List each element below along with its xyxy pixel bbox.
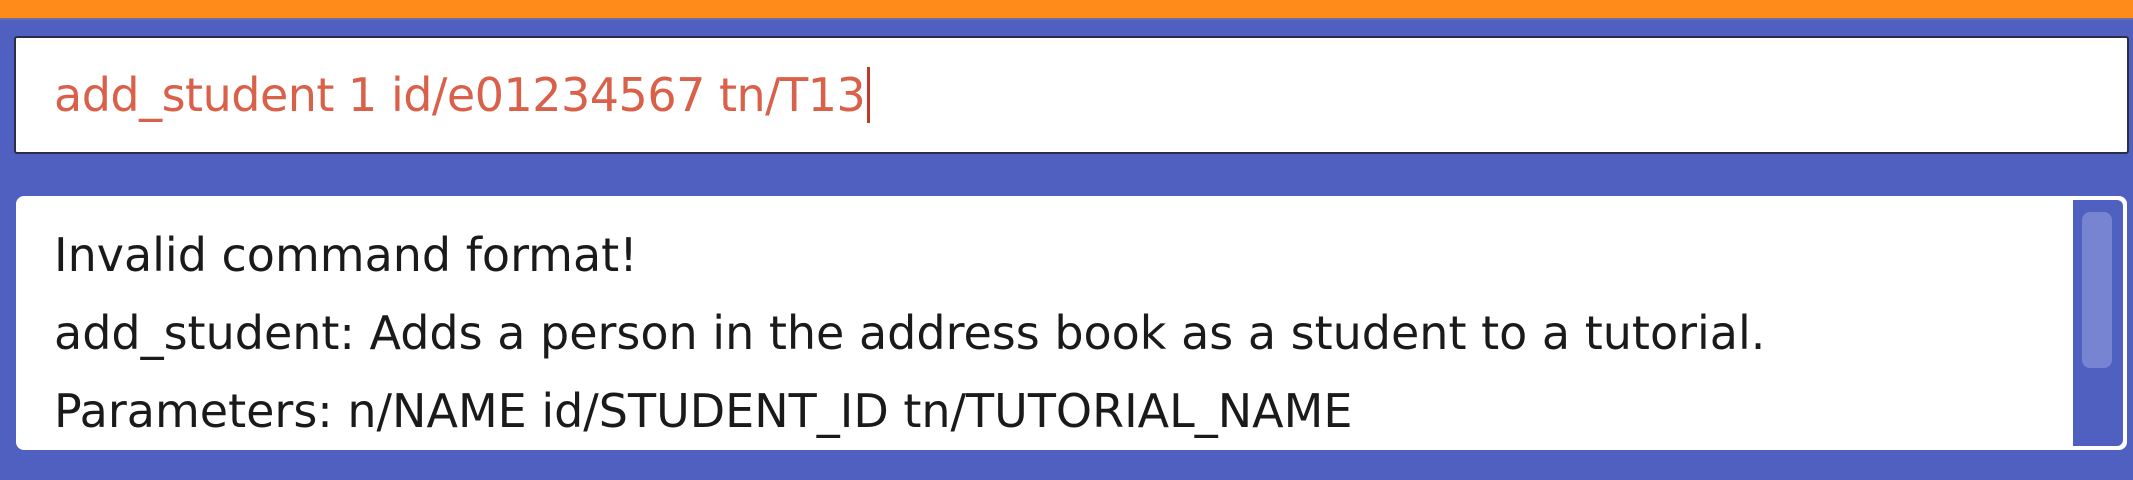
command-box[interactable]: add_student 1 id/e01234567 tn/T13 xyxy=(14,36,2129,154)
bottom-padding xyxy=(0,460,2133,480)
result-line: Invalid command format! xyxy=(54,228,638,282)
top-bar-divider xyxy=(0,18,2133,20)
app-window: add_student 1 id/e01234567 tn/T13 Invali… xyxy=(0,0,2133,480)
result-line: add_student: Adds a person in the addres… xyxy=(54,306,1766,360)
text-caret xyxy=(867,67,871,123)
result-display[interactable]: Invalid command format! add_student: Add… xyxy=(14,194,2129,452)
result-text-area: Invalid command format! add_student: Add… xyxy=(54,216,2057,450)
result-scrollbar[interactable] xyxy=(2073,200,2123,446)
scrollbar-thumb[interactable] xyxy=(2082,212,2112,368)
result-line: Parameters: n/NAME id/STUDENT_ID tn/TUTO… xyxy=(54,384,1353,438)
command-input[interactable]: add_student 1 id/e01234567 tn/T13 xyxy=(54,64,871,126)
panel-divider xyxy=(0,162,2133,192)
top-menu-bar xyxy=(0,0,2133,18)
command-input-text: add_student 1 id/e01234567 tn/T13 xyxy=(54,68,866,122)
